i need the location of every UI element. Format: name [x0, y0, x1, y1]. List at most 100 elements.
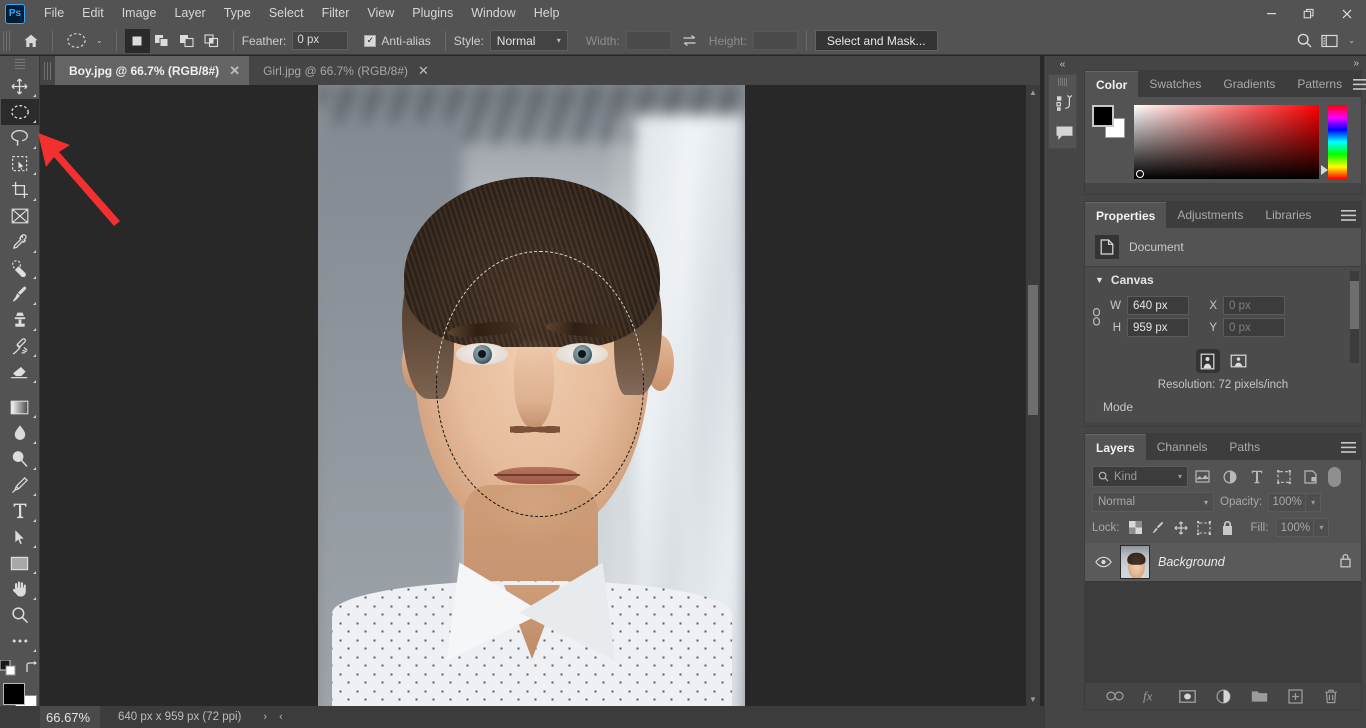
- menu-file[interactable]: File: [35, 0, 73, 27]
- zoom-level-field[interactable]: 66.67%: [40, 706, 100, 728]
- link-layers-icon[interactable]: [1106, 687, 1125, 706]
- menu-edit[interactable]: Edit: [73, 0, 113, 27]
- vertical-scroll-thumb[interactable]: [1028, 285, 1038, 415]
- canvas-section-header[interactable]: ▼ Canvas: [1085, 273, 1361, 293]
- restore-button[interactable]: [1290, 0, 1328, 27]
- pixel-filter-icon[interactable]: [1190, 466, 1215, 487]
- fill-chevron-icon[interactable]: ▾: [1314, 518, 1330, 537]
- workspace-chevron-icon[interactable]: ⌄: [1343, 36, 1360, 45]
- blur-tool[interactable]: [1, 420, 39, 446]
- canvas-vertical-scrollbar[interactable]: ▲ ▼: [1026, 85, 1040, 706]
- canvas-height-input[interactable]: 959 px: [1127, 318, 1189, 337]
- adjustment-layer-icon[interactable]: [1214, 687, 1233, 706]
- tab-adjustments[interactable]: Adjustments: [1166, 202, 1254, 228]
- toolbar-grip[interactable]: [14, 59, 25, 71]
- tab-paths[interactable]: Paths: [1218, 434, 1271, 460]
- eraser-tool[interactable]: [1, 359, 39, 385]
- object-selection-tool[interactable]: [1, 151, 39, 177]
- panel-menu-icon[interactable]: [1353, 71, 1366, 97]
- comments-icon[interactable]: [1049, 118, 1079, 148]
- lock-artboard-icon[interactable]: [1197, 520, 1212, 535]
- frame-tool[interactable]: [1, 203, 39, 229]
- shape-filter-icon[interactable]: [1271, 466, 1296, 487]
- fill-value[interactable]: 100%: [1276, 518, 1315, 537]
- tab-color[interactable]: Color: [1085, 71, 1139, 97]
- panel-menu-icon[interactable]: [1335, 202, 1361, 228]
- scroll-down-arrow-icon[interactable]: ▼: [1026, 693, 1040, 705]
- portrait-icon[interactable]: [1195, 349, 1220, 373]
- select-and-mask-button[interactable]: Select and Mask...: [814, 30, 938, 51]
- layer-styles-icon[interactable]: fx: [1142, 687, 1161, 706]
- tab-layers[interactable]: Layers: [1085, 434, 1146, 460]
- spot-healing-brush-tool[interactable]: [1, 255, 39, 281]
- foreground-color-swatch[interactable]: [2, 683, 25, 705]
- menu-filter[interactable]: Filter: [313, 0, 359, 27]
- history-icon[interactable]: [1049, 88, 1079, 118]
- rectangle-tool[interactable]: [1, 550, 39, 576]
- style-select[interactable]: Normal ▾: [489, 30, 568, 51]
- lasso-tool[interactable]: [1, 125, 39, 151]
- new-layer-icon[interactable]: [1286, 687, 1305, 706]
- hand-tool[interactable]: [1, 576, 39, 602]
- foreground-color-swatch[interactable]: [1092, 105, 1114, 127]
- swap-arrows-icon[interactable]: [677, 29, 703, 53]
- menu-layer[interactable]: Layer: [165, 0, 214, 27]
- type-filter-icon[interactable]: [1244, 466, 1269, 487]
- close-icon[interactable]: ✕: [229, 64, 240, 77]
- zoom-tool[interactable]: [1, 602, 39, 628]
- lock-all-icon[interactable]: [1220, 520, 1235, 535]
- status-collapse-icon[interactable]: ‹: [279, 711, 283, 723]
- tab-swatches[interactable]: Swatches: [1138, 71, 1212, 97]
- width-input[interactable]: [625, 31, 671, 50]
- eyedropper-tool[interactable]: [1, 229, 39, 255]
- elliptical-marquee-tool[interactable]: [0, 99, 39, 125]
- landscape-icon[interactable]: [1227, 349, 1251, 373]
- tab-gradients[interactable]: Gradients: [1212, 71, 1286, 97]
- hue-slider[interactable]: [1321, 105, 1347, 179]
- mini-dock-grip[interactable]: [1057, 78, 1068, 86]
- intersect-with-selection-button[interactable]: [200, 29, 225, 53]
- search-icon[interactable]: [1291, 29, 1317, 53]
- canvas-area[interactable]: Generative Fill Deselect ▲: [40, 85, 1040, 706]
- gradient-tool[interactable]: [1, 394, 39, 420]
- height-input[interactable]: [752, 31, 798, 50]
- type-tool[interactable]: [1, 498, 39, 524]
- panel-menu-icon[interactable]: [1335, 434, 1361, 460]
- menu-help[interactable]: Help: [525, 0, 569, 27]
- menu-plugins[interactable]: Plugins: [403, 0, 462, 27]
- add-to-selection-button[interactable]: [150, 29, 175, 53]
- anti-alias-checkbox[interactable]: ✓ Anti-alias: [364, 34, 436, 48]
- scroll-up-arrow-icon[interactable]: ▲: [1026, 86, 1040, 98]
- hue-slider-handle[interactable]: [1321, 165, 1328, 175]
- canvas-y-input[interactable]: 0 px: [1223, 318, 1285, 337]
- adjustment-filter-icon[interactable]: [1217, 466, 1242, 487]
- lock-icon[interactable]: [1339, 553, 1352, 571]
- menu-window[interactable]: Window: [462, 0, 524, 27]
- lock-position-icon[interactable]: [1174, 520, 1189, 535]
- tab-libraries[interactable]: Libraries: [1254, 202, 1322, 228]
- expand-panels-icon[interactable]: »: [1353, 58, 1359, 69]
- menu-image[interactable]: Image: [113, 0, 166, 27]
- default-colors-icon[interactable]: [0, 659, 16, 679]
- table-row[interactable]: Background: [1085, 543, 1361, 581]
- color-picker-field[interactable]: [1134, 105, 1319, 179]
- new-group-icon[interactable]: [1250, 687, 1269, 706]
- delete-layer-icon[interactable]: [1322, 687, 1341, 706]
- dodge-tool[interactable]: [1, 446, 39, 472]
- feather-input[interactable]: 0 px: [292, 31, 349, 50]
- collapse-panels-icon[interactable]: »: [1045, 56, 1080, 72]
- layer-kind-filter[interactable]: Kind ▾: [1092, 466, 1188, 487]
- tab-girl-jpg[interactable]: Girl.jpg @ 66.7% (RGB/8#) ✕: [249, 56, 438, 85]
- workspace-switcher-icon[interactable]: [1317, 29, 1343, 53]
- home-icon[interactable]: [18, 29, 44, 53]
- color-panel-swatches[interactable]: [1092, 105, 1125, 138]
- path-selection-tool[interactable]: [1, 524, 39, 550]
- clone-stamp-tool[interactable]: [1, 307, 39, 333]
- properties-scrollbar[interactable]: [1350, 271, 1359, 363]
- new-selection-button[interactable]: [124, 28, 150, 53]
- subtract-from-selection-button[interactable]: [175, 29, 200, 53]
- opacity-chevron-icon[interactable]: ▾: [1306, 492, 1322, 512]
- opacity-value[interactable]: 100%: [1268, 492, 1307, 512]
- pen-tool[interactable]: [1, 472, 39, 498]
- menu-type[interactable]: Type: [215, 0, 260, 27]
